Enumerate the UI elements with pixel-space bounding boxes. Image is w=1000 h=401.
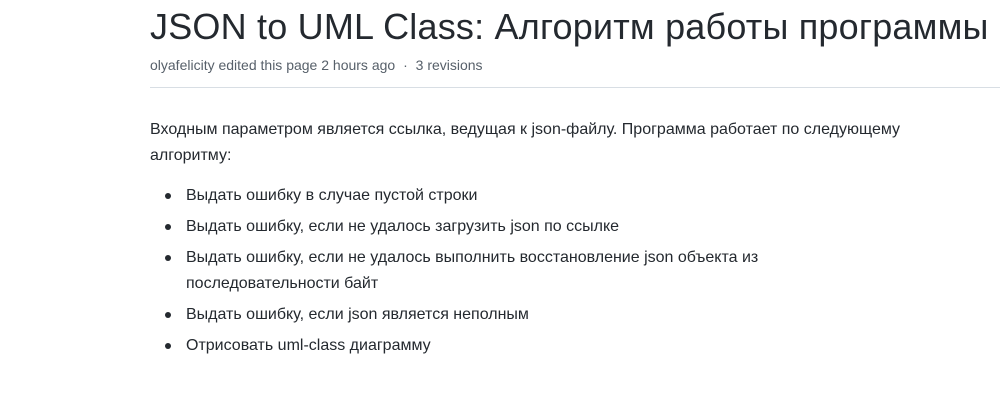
revisions-link[interactable]: 3 revisions xyxy=(416,57,483,73)
page-title: JSON to UML Class: Алгоритм работы прогр… xyxy=(150,6,989,47)
header-divider xyxy=(150,87,1000,88)
list-item-text: Выдать ошибку, если не удалось выполнить… xyxy=(186,249,759,292)
page-header: JSON to UML Class: Алгоритм работы прогр… xyxy=(150,0,1000,75)
algorithm-steps-list: Выдать ошибку в случае пустой строки Выд… xyxy=(150,183,910,359)
page-content: Входным параметром является ссылка, веду… xyxy=(150,117,910,364)
list-item: Отрисовать uml-class диаграмму xyxy=(165,333,910,359)
bullet-icon xyxy=(165,312,171,318)
author-link[interactable]: olyafelicity xyxy=(150,57,215,73)
list-item: Выдать ошибку в случае пустой строки xyxy=(165,183,910,209)
list-item-text: Выдать ошибку, если json является неполн… xyxy=(186,306,529,323)
list-item-text: Выдать ошибку в случае пустой строки xyxy=(186,187,478,204)
list-item-text: Отрисовать uml-class диаграмму xyxy=(186,337,431,354)
list-item-text: Выдать ошибку, если не удалось загрузить… xyxy=(186,218,620,235)
list-item: Выдать ошибку, если не удалось выполнить… xyxy=(165,245,910,297)
bullet-icon xyxy=(165,343,171,349)
bullet-icon xyxy=(165,255,171,261)
list-item: Выдать ошибку, если json является неполн… xyxy=(165,302,910,328)
intro-paragraph: Входным параметром является ссылка, веду… xyxy=(150,121,901,164)
bullet-icon xyxy=(165,224,171,230)
bullet-icon xyxy=(165,193,171,199)
edit-info: edited this page 2 hours ago xyxy=(218,57,396,73)
page-meta: olyafelicity edited this page 2 hours ag… xyxy=(150,55,1000,75)
meta-separator: · xyxy=(403,57,408,73)
wiki-page: JSON to UML Class: Алгоритм работы прогр… xyxy=(0,0,1000,401)
list-item: Выдать ошибку, если не удалось загрузить… xyxy=(165,214,910,240)
